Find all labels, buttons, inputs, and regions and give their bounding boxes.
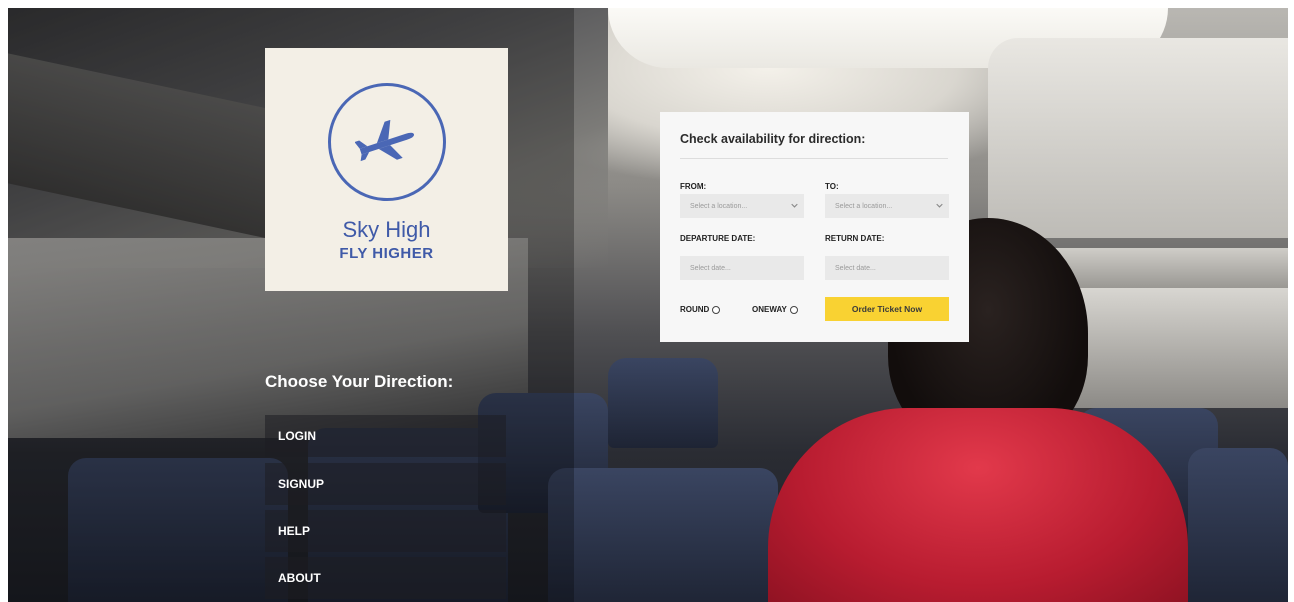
departure-label: DEPARTURE DATE: bbox=[680, 234, 756, 243]
round-trip-option[interactable]: ROUND bbox=[680, 305, 721, 314]
from-placeholder: Select a location... bbox=[690, 202, 748, 210]
booking-panel: Check availability for direction: FROM: … bbox=[660, 112, 969, 342]
order-ticket-button[interactable]: Order Ticket Now bbox=[825, 297, 949, 321]
nav-signup[interactable]: SIGNUP bbox=[265, 463, 506, 505]
return-label: RETURN DATE: bbox=[825, 234, 885, 243]
nav-about[interactable]: ABOUT bbox=[265, 557, 506, 599]
return-placeholder: Select date... bbox=[835, 264, 876, 272]
seat bbox=[1188, 448, 1288, 602]
seat bbox=[548, 468, 778, 602]
passenger-red-hoodie bbox=[768, 408, 1188, 602]
nav-login[interactable]: LOGIN bbox=[265, 415, 506, 457]
to-select[interactable]: Select a location... bbox=[825, 194, 949, 218]
oneway-radio[interactable] bbox=[789, 305, 798, 314]
chevron-down-icon bbox=[936, 203, 943, 208]
return-date-input[interactable]: Select date... bbox=[825, 256, 949, 280]
seat bbox=[608, 358, 718, 448]
to-label: TO: bbox=[825, 182, 839, 191]
round-label: ROUND bbox=[680, 305, 710, 314]
airplane-icon bbox=[354, 120, 414, 162]
departure-placeholder: Select date... bbox=[690, 264, 731, 272]
from-select[interactable]: Select a location... bbox=[680, 194, 804, 218]
oneway-trip-option[interactable]: ONEWAY bbox=[752, 305, 798, 314]
nav-help[interactable]: HELP bbox=[265, 510, 506, 552]
background-cabin-image bbox=[8, 8, 1288, 602]
chevron-down-icon bbox=[791, 203, 798, 208]
departure-date-input[interactable]: Select date... bbox=[680, 256, 804, 280]
round-radio[interactable] bbox=[712, 305, 721, 314]
logo-card: Sky High FLY HIGHER bbox=[265, 48, 508, 291]
booking-title: Check availability for direction: bbox=[680, 132, 866, 146]
overhead-bin-right bbox=[988, 38, 1288, 238]
brand-name: Sky High bbox=[342, 217, 431, 242]
from-label: FROM: bbox=[680, 182, 707, 191]
to-placeholder: Select a location... bbox=[835, 202, 893, 210]
oneway-label: ONEWAY bbox=[752, 305, 787, 314]
divider bbox=[680, 158, 948, 159]
directions-title: Choose Your Direction: bbox=[265, 372, 454, 391]
brand-tagline: FLY HIGHER bbox=[339, 245, 434, 262]
logo-circle bbox=[327, 83, 446, 201]
